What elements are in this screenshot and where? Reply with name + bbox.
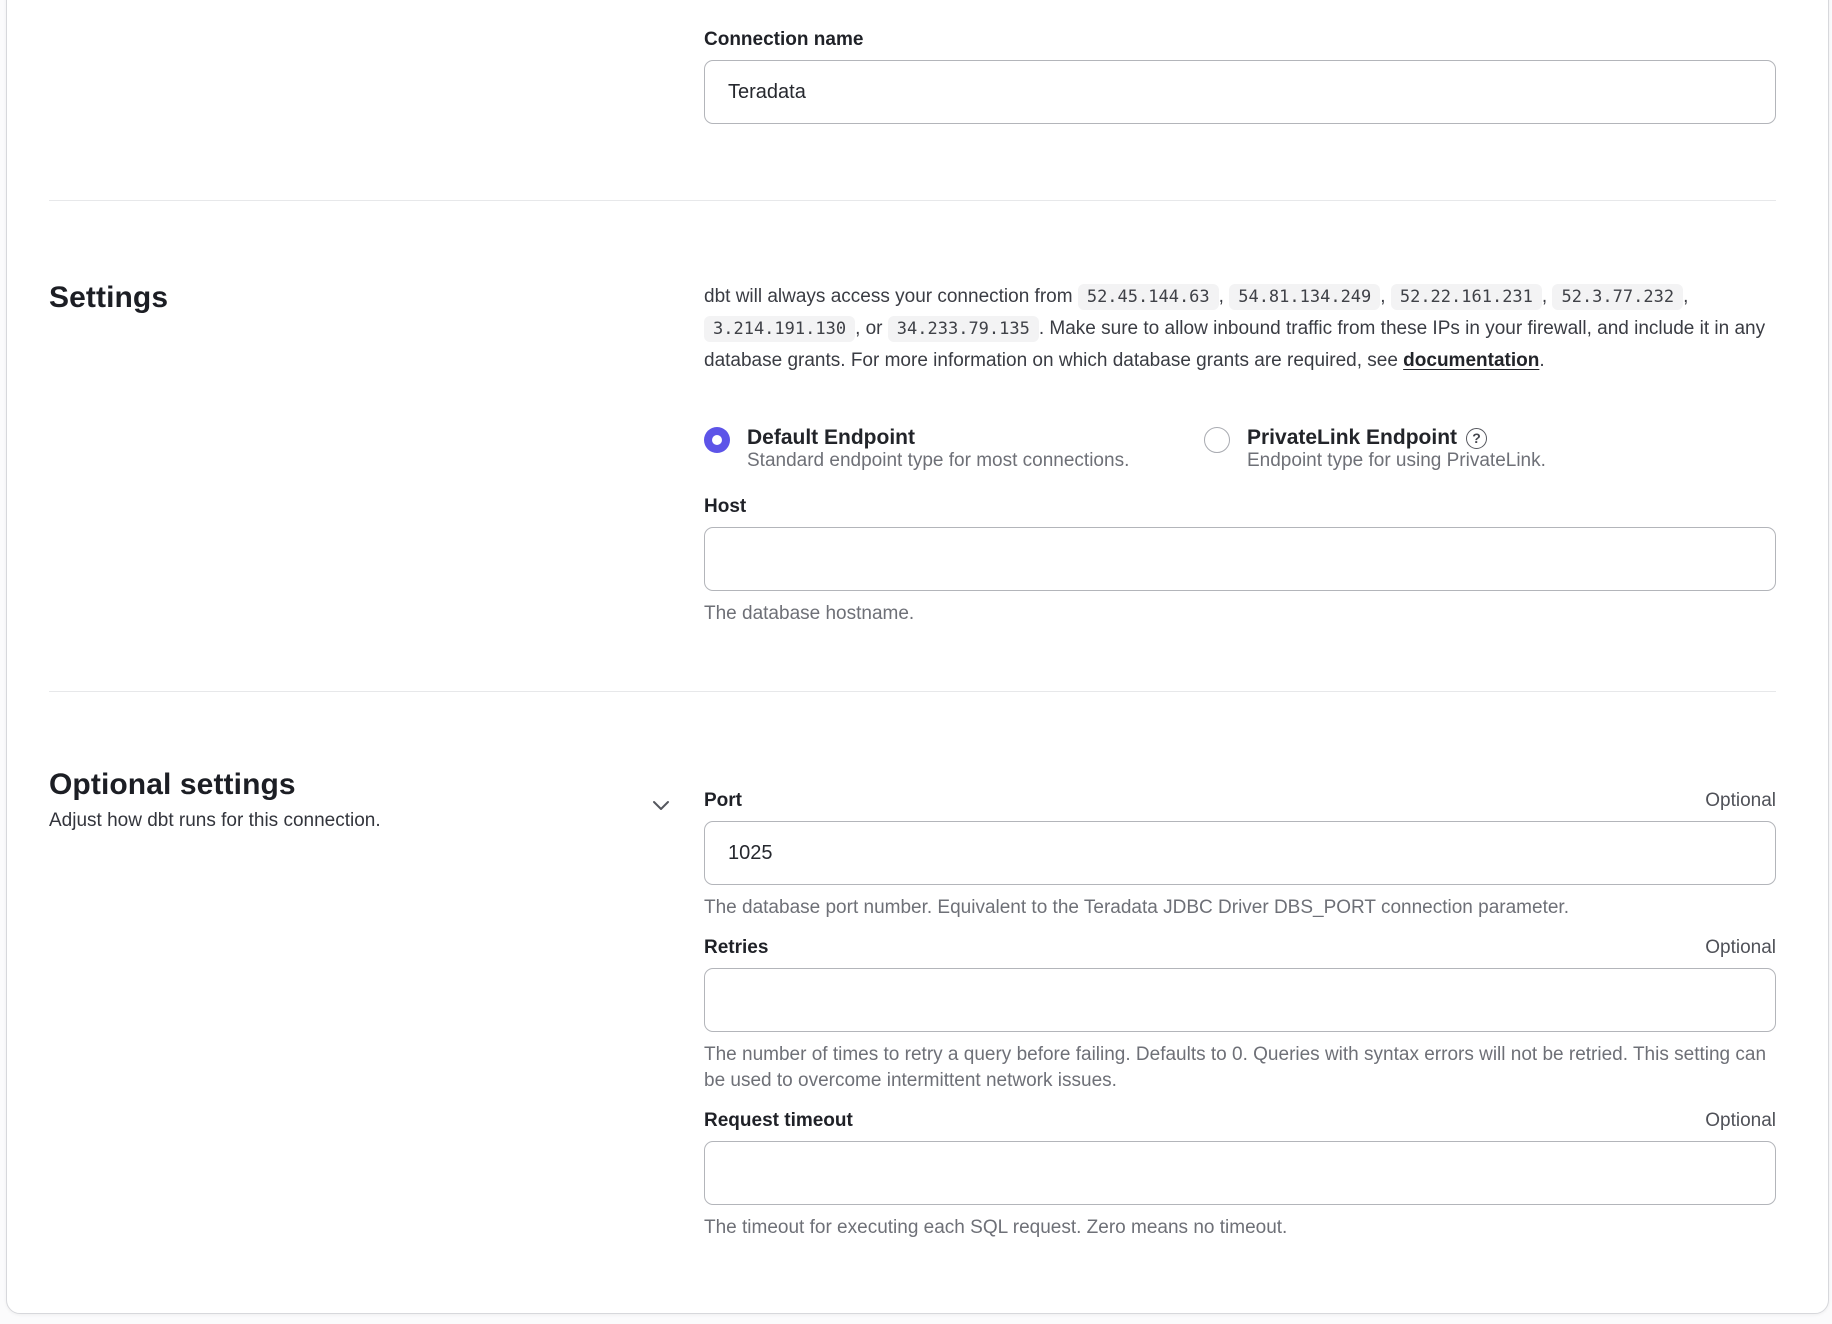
connection-settings-card: Connection name Settings dbt will always… [6, 0, 1829, 1314]
ip-paragraph-intro: dbt will always access your connection f… [704, 286, 1073, 307]
connection-name-section: Connection name [49, 0, 1776, 124]
request-timeout-input[interactable] [704, 1141, 1776, 1205]
radio-option-privatelink-endpoint[interactable]: PrivateLink Endpoint ? Endpoint type for… [1204, 426, 1546, 472]
help-icon[interactable]: ? [1466, 428, 1487, 449]
optional-badge: Optional [1705, 790, 1776, 812]
documentation-link[interactable]: documentation [1403, 350, 1539, 371]
retries-helper-text: The number of times to retry a query bef… [704, 1042, 1776, 1094]
host-helper-text: The database hostname. [704, 601, 1776, 627]
chevron-down-icon[interactable] [648, 792, 674, 818]
ip-allowlist-paragraph: dbt will always access your connection f… [704, 281, 1776, 376]
default-endpoint-description: Standard endpoint type for most connecti… [747, 450, 1129, 471]
radio-option-default-endpoint[interactable]: Default Endpoint Standard endpoint type … [704, 426, 1204, 472]
request-timeout-label: Request timeout [704, 1110, 853, 1132]
ip-address-chip: 3.214.191.130 [704, 316, 855, 342]
port-input[interactable] [704, 821, 1776, 885]
port-label: Port [704, 790, 742, 812]
ip-separator-or: , or [855, 318, 882, 339]
ip-address-chip: 52.22.161.231 [1391, 284, 1542, 310]
ip-address-chip: 52.45.144.63 [1078, 284, 1219, 310]
privatelink-endpoint-description: Endpoint type for using PrivateLink. [1247, 450, 1546, 471]
ip-separator: , [1683, 286, 1688, 307]
optional-settings-heading: Optional settings [49, 768, 704, 802]
host-input[interactable] [704, 527, 1776, 591]
default-endpoint-label: Default Endpoint [747, 426, 1129, 450]
connection-name-input[interactable] [704, 60, 1776, 124]
settings-section: Settings dbt will always access your con… [49, 201, 1776, 627]
ip-address-chip: 52.3.77.232 [1552, 284, 1683, 310]
retries-input[interactable] [704, 968, 1776, 1032]
ip-separator: , [1542, 286, 1547, 307]
retries-label: Retries [704, 937, 768, 959]
endpoint-type-radio-group: Default Endpoint Standard endpoint type … [704, 426, 1776, 472]
ip-address-chip: 54.81.134.249 [1229, 284, 1380, 310]
optional-settings-section: Optional settings Adjust how dbt runs fo… [49, 692, 1776, 1281]
radio-privatelink-endpoint-icon[interactable] [1204, 427, 1230, 453]
connection-name-label: Connection name [704, 29, 863, 51]
ip-address-chip: 34.233.79.135 [888, 316, 1039, 342]
optional-badge: Optional [1705, 1110, 1776, 1132]
request-timeout-helper-text: The timeout for executing each SQL reque… [704, 1215, 1776, 1241]
ip-separator: , [1380, 286, 1385, 307]
paragraph-period: . [1539, 350, 1544, 371]
optional-badge: Optional [1705, 937, 1776, 959]
host-label: Host [704, 496, 746, 518]
radio-default-endpoint-icon[interactable] [704, 427, 730, 453]
ip-separator: , [1219, 286, 1224, 307]
privatelink-endpoint-label: PrivateLink Endpoint [1247, 426, 1457, 450]
settings-heading: Settings [49, 281, 704, 315]
optional-settings-subtitle: Adjust how dbt runs for this connection. [49, 810, 704, 832]
port-helper-text: The database port number. Equivalent to … [704, 895, 1776, 921]
